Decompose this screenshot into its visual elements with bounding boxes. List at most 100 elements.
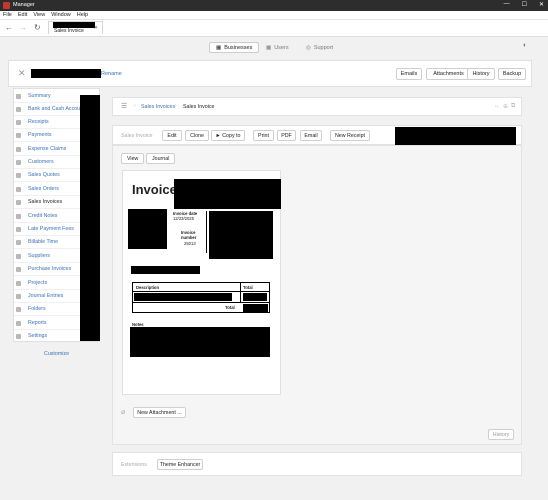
close-window-button[interactable]: ✕ [539, 1, 544, 8]
journal-tab[interactable]: Journal [146, 153, 176, 164]
users-button[interactable]: ▦ Users [260, 42, 295, 53]
breadcrumb-sales-invoices[interactable]: Sales Invoices [141, 104, 175, 110]
breadcrumb-separator: › [175, 103, 177, 109]
title-bar: Manager — ☐ ✕ [0, 0, 548, 11]
redacted-notes [130, 327, 270, 357]
journal-entries-icon [16, 293, 21, 299]
sales-quotes-icon [16, 172, 21, 178]
pdf-button[interactable]: PDF [277, 130, 296, 141]
clone-button[interactable]: Clone [185, 130, 209, 141]
invoice-number-value: 25013 [184, 241, 196, 246]
reload-icon[interactable]: ↻ [34, 23, 41, 32]
document-toolbar: Sales Invoice Edit Clone ► Copy to Print… [112, 125, 522, 146]
menu-window[interactable]: Window [51, 12, 71, 18]
app-title: Manager [13, 2, 35, 8]
redacted-line-total [243, 293, 267, 301]
extensions-bar: Extensions Theme Enhancer [112, 452, 522, 476]
pin-icon[interactable]: ⊕ [503, 103, 508, 110]
menu-file[interactable]: File [3, 12, 12, 18]
theme-enhancer-button[interactable]: Theme Enhancer [157, 459, 203, 470]
redacted-line-description [134, 293, 232, 301]
sidebar: Summary Bank and Cash Accounts Receipts … [13, 88, 101, 343]
history-header-button[interactable]: History [467, 68, 495, 80]
suppliers-icon [16, 253, 21, 259]
redacted-business-details [174, 179, 281, 209]
rename-link[interactable]: Rename [101, 71, 122, 77]
close-business-icon[interactable]: ✕ [18, 68, 26, 79]
minimize-button[interactable]: — [504, 1, 510, 8]
total-label: Total [225, 305, 235, 310]
redacted-toolbar-area [395, 127, 516, 146]
paperclip-icon: ⌀ [121, 409, 126, 416]
forward-arrow-icon[interactable]: → [19, 23, 27, 32]
edit-button[interactable]: Edit [162, 130, 182, 141]
attachments-button[interactable]: Attachments [426, 68, 471, 80]
folders-icon [16, 306, 21, 312]
tab-close-icon[interactable]: ✕ [94, 25, 98, 31]
menu-icon[interactable]: ☰ [121, 102, 127, 110]
maximize-button[interactable]: ☐ [522, 1, 527, 8]
breadcrumb-separator: › [134, 103, 136, 109]
new-receipt-button[interactable]: New Receipt [330, 130, 370, 141]
invoice-preview: Invoice Invoice date 12/23/2025 Invoice … [122, 170, 281, 395]
redacted-customer-name [131, 266, 200, 274]
emails-button[interactable]: Emails [396, 68, 422, 80]
email-button[interactable]: Email [300, 130, 322, 141]
redacted-business-name [31, 69, 101, 78]
business-header: ✕ Rename Emails Attachments History Back… [8, 60, 532, 87]
bank-icon [16, 106, 21, 112]
tab-title: Sales Invoice [54, 28, 84, 34]
businesses-button[interactable]: ▦ Businesses [209, 42, 260, 53]
history-button[interactable]: History [488, 429, 514, 440]
invoice-date-value: 12/23/2025 [173, 216, 194, 221]
projects-icon [16, 280, 21, 286]
col-description: Description [136, 285, 160, 290]
receipts-icon [16, 119, 21, 125]
backup-button[interactable]: Backup [498, 68, 526, 80]
print-button[interactable]: Print [253, 130, 274, 141]
copy-to-button[interactable]: ► Copy to [211, 130, 245, 141]
invoice-number-label-2: number [181, 235, 197, 240]
expense-claims-icon [16, 146, 21, 152]
settings-icon [16, 333, 21, 339]
extensions-label: Extensions [121, 462, 147, 468]
invoice-title: Invoice [132, 182, 177, 197]
sales-invoices-icon [16, 199, 21, 205]
menu-bar: File Edit View Window Help [0, 11, 548, 20]
reports-icon [16, 320, 21, 326]
purchase-invoices-icon [16, 266, 21, 272]
back-arrow-icon[interactable]: ← [5, 23, 13, 32]
theme-toggle-icon[interactable]: ◐ [523, 42, 527, 49]
link-icon[interactable]: ⧉ [511, 103, 515, 110]
redacted-total-value [243, 304, 268, 312]
summary-icon [16, 93, 21, 99]
payments-icon [16, 132, 21, 138]
toolbar-label: Sales Invoice [121, 133, 153, 139]
sales-orders-icon [16, 186, 21, 192]
new-attachment-button[interactable]: New Attachment ... [133, 407, 186, 418]
businesses-icon: ▦ [216, 44, 222, 51]
menu-edit[interactable]: Edit [18, 12, 27, 18]
customize-link[interactable]: Customize [44, 351, 69, 357]
mode-bar: ▦ Businesses ▦ Users ◎ Support ◐ [0, 37, 548, 57]
support-button[interactable]: ◎ Support [300, 42, 339, 53]
arrows-icon[interactable]: ↔ [494, 103, 500, 109]
tab-sales-invoice[interactable]: Sales Invoice ✕ [48, 21, 103, 34]
menu-view[interactable]: View [33, 12, 45, 18]
breadcrumb: ☰ › Sales Invoices › Sales Invoice ↔ ⊕ ⧉ [112, 97, 522, 116]
redacted-billing-address [209, 211, 273, 259]
col-total: Total [243, 285, 253, 290]
billable-time-icon [16, 239, 21, 245]
customers-icon [16, 159, 21, 165]
line-items-table: Description Total Total [132, 282, 270, 313]
credit-notes-icon [16, 213, 21, 219]
users-icon: ▦ [266, 44, 272, 51]
breadcrumb-sales-invoice: Sales Invoice [183, 104, 215, 110]
view-tab[interactable]: View [121, 153, 145, 164]
late-payment-fees-icon [16, 226, 21, 232]
app-icon [3, 2, 10, 9]
support-icon: ◎ [306, 44, 311, 51]
redacted-sidebar-counts [80, 95, 100, 341]
divider [206, 211, 207, 253]
menu-help[interactable]: Help [77, 12, 88, 18]
